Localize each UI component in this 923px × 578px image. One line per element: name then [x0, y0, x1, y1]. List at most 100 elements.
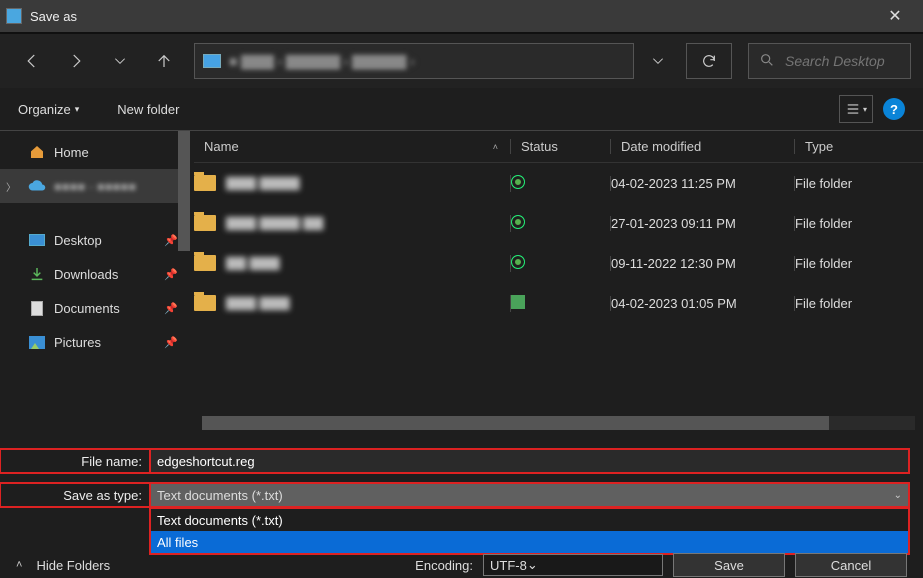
sidebar-scrollbar[interactable]	[178, 131, 190, 430]
recent-locations-button[interactable]	[100, 43, 140, 79]
file-name-value: edgeshortcut.reg	[157, 454, 255, 469]
sidebar-item-label: ■■■■ - ■■■■■	[54, 179, 136, 194]
save-type-value: Text documents (*.txt)	[157, 488, 283, 503]
horizontal-scrollbar[interactable]	[202, 416, 915, 430]
hide-folders-button[interactable]: Hide Folders	[36, 558, 110, 573]
back-button[interactable]	[12, 43, 52, 79]
save-type-field[interactable]: Text documents (*.txt) ⌄	[150, 483, 909, 507]
pin-icon: 📌	[164, 302, 178, 315]
close-button[interactable]: ✕	[873, 6, 917, 26]
sort-ascending-icon: ˄	[493, 142, 498, 152]
breadcrumb: ■ ▇▇▇ › ▇▇▇▇▇ › ▇▇▇▇▇ ›	[229, 53, 625, 70]
sidebar-item-pictures[interactable]: Pictures 📌	[0, 325, 190, 359]
file-name: ▇▇▇ ▇▇▇	[226, 295, 290, 311]
location-icon	[203, 54, 221, 68]
file-date: 04-02-2023 01:05 PM	[610, 296, 794, 311]
downloads-icon	[28, 266, 46, 282]
search-box[interactable]	[748, 43, 911, 79]
table-row[interactable]: ▇▇▇ ▇▇▇▇ ▇▇ 27-01-2023 09:11 PM File fol…	[194, 203, 923, 243]
dropdown-option[interactable]: Text documents (*.txt)	[151, 509, 908, 531]
navigation-pane: Home 〉 ■■■■ - ■■■■■ Desktop 📌 Downloads …	[0, 131, 190, 430]
forward-button[interactable]	[56, 43, 96, 79]
sidebar-item-label: Documents	[54, 301, 120, 316]
folder-icon	[194, 295, 216, 311]
file-name: ▇▇▇ ▇▇▇▇ ▇▇	[226, 215, 323, 231]
search-input[interactable]	[785, 53, 900, 69]
refresh-button[interactable]	[686, 43, 732, 79]
file-date: 27-01-2023 09:11 PM	[610, 216, 794, 231]
chevron-right-icon[interactable]: 〉	[6, 179, 16, 194]
desktop-icon	[28, 232, 46, 248]
pin-icon: 📌	[164, 234, 178, 247]
pin-icon: 📌	[164, 268, 178, 281]
cancel-button[interactable]: Cancel	[795, 553, 907, 577]
file-list: Name˄ Status Date modified Type ▇▇▇ ▇▇▇▇…	[190, 131, 923, 430]
save-form: File name: edgeshortcut.reg Save as type…	[0, 430, 923, 510]
synced-icon	[511, 215, 525, 229]
address-bar[interactable]: ■ ▇▇▇ › ▇▇▇▇▇ › ▇▇▇▇▇ ›	[194, 43, 634, 79]
address-history-button[interactable]	[638, 43, 678, 79]
sidebar-item-downloads[interactable]: Downloads 📌	[0, 257, 190, 291]
home-icon	[28, 144, 46, 160]
search-icon	[759, 52, 775, 71]
file-date: 09-11-2022 12:30 PM	[610, 256, 794, 271]
folder-icon	[194, 175, 216, 191]
table-row[interactable]: ▇▇▇ ▇▇▇ 04-02-2023 01:05 PM File folder	[194, 283, 923, 323]
file-name-label: File name:	[0, 449, 150, 473]
synced-icon	[511, 175, 525, 189]
column-date[interactable]: Date modified	[610, 139, 794, 154]
column-headers[interactable]: Name ˄ Status Date modified Type	[194, 131, 923, 163]
view-options-button[interactable]: ▾	[839, 95, 873, 123]
sidebar-item-desktop[interactable]: Desktop 📌	[0, 223, 190, 257]
sidebar-item-onedrive[interactable]: 〉 ■■■■ - ■■■■■	[0, 169, 190, 203]
save-type-dropdown: Text documents (*.txt) All files	[150, 508, 909, 554]
file-type: File folder	[794, 296, 923, 311]
chevron-down-icon: ▾	[75, 104, 80, 115]
encoding-field[interactable]: UTF-8 ⌄	[483, 554, 663, 576]
pictures-icon	[28, 334, 46, 350]
dialog-footer: ˄ Hide Folders Encoding: UTF-8 ⌄ Save Ca…	[0, 552, 923, 578]
sidebar-item-documents[interactable]: Documents 📌	[0, 291, 190, 325]
sidebar-item-label: Home	[54, 145, 89, 160]
file-type: File folder	[794, 216, 923, 231]
chevron-down-icon: ⌄	[527, 557, 538, 573]
documents-icon	[28, 300, 46, 316]
table-row[interactable]: ▇▇▇ ▇▇▇▇ 04-02-2023 11:25 PM File folder	[194, 163, 923, 203]
save-type-label: Save as type:	[0, 483, 150, 507]
synced-icon	[511, 255, 525, 269]
main-panel: Home 〉 ■■■■ - ■■■■■ Desktop 📌 Downloads …	[0, 130, 923, 430]
file-name: ▇▇▇ ▇▇▇▇	[226, 175, 300, 191]
file-type: File folder	[794, 176, 923, 191]
chevron-down-icon: ⌄	[894, 490, 902, 501]
organize-label: Organize	[18, 102, 71, 117]
nav-toolbar: ■ ▇▇▇ › ▇▇▇▇▇ › ▇▇▇▇▇ ›	[0, 34, 923, 88]
dropdown-option[interactable]: All files	[151, 531, 908, 553]
app-icon	[6, 8, 22, 24]
up-button[interactable]	[144, 43, 184, 79]
save-button[interactable]: Save	[673, 553, 785, 577]
column-type[interactable]: Type	[794, 139, 923, 154]
file-name: ▇▇ ▇▇▇	[226, 255, 280, 271]
command-bar: Organize ▾ New folder ▾ ?	[0, 88, 923, 130]
organize-menu[interactable]: Organize ▾	[18, 102, 79, 117]
file-name-field[interactable]: edgeshortcut.reg	[150, 449, 909, 473]
new-folder-button[interactable]: New folder	[117, 102, 179, 117]
chevron-up-icon: ˄	[16, 559, 22, 571]
table-row[interactable]: ▇▇ ▇▇▇ 09-11-2022 12:30 PM File folder	[194, 243, 923, 283]
encoding-label: Encoding:	[415, 558, 473, 573]
sidebar-item-home[interactable]: Home	[0, 135, 190, 169]
sidebar-item-label: Desktop	[54, 233, 102, 248]
folder-icon	[194, 215, 216, 231]
local-icon	[511, 295, 525, 309]
column-status[interactable]: Status	[510, 139, 610, 154]
pin-icon: 📌	[164, 336, 178, 349]
file-type: File folder	[794, 256, 923, 271]
help-button[interactable]: ?	[883, 98, 905, 120]
cloud-icon	[28, 178, 46, 194]
folder-icon	[194, 255, 216, 271]
encoding-value: UTF-8	[490, 558, 527, 573]
title-bar: Save as ✕	[0, 0, 923, 32]
column-name[interactable]: Name	[204, 139, 239, 154]
window-title: Save as	[30, 9, 873, 24]
sidebar-item-label: Pictures	[54, 335, 101, 350]
